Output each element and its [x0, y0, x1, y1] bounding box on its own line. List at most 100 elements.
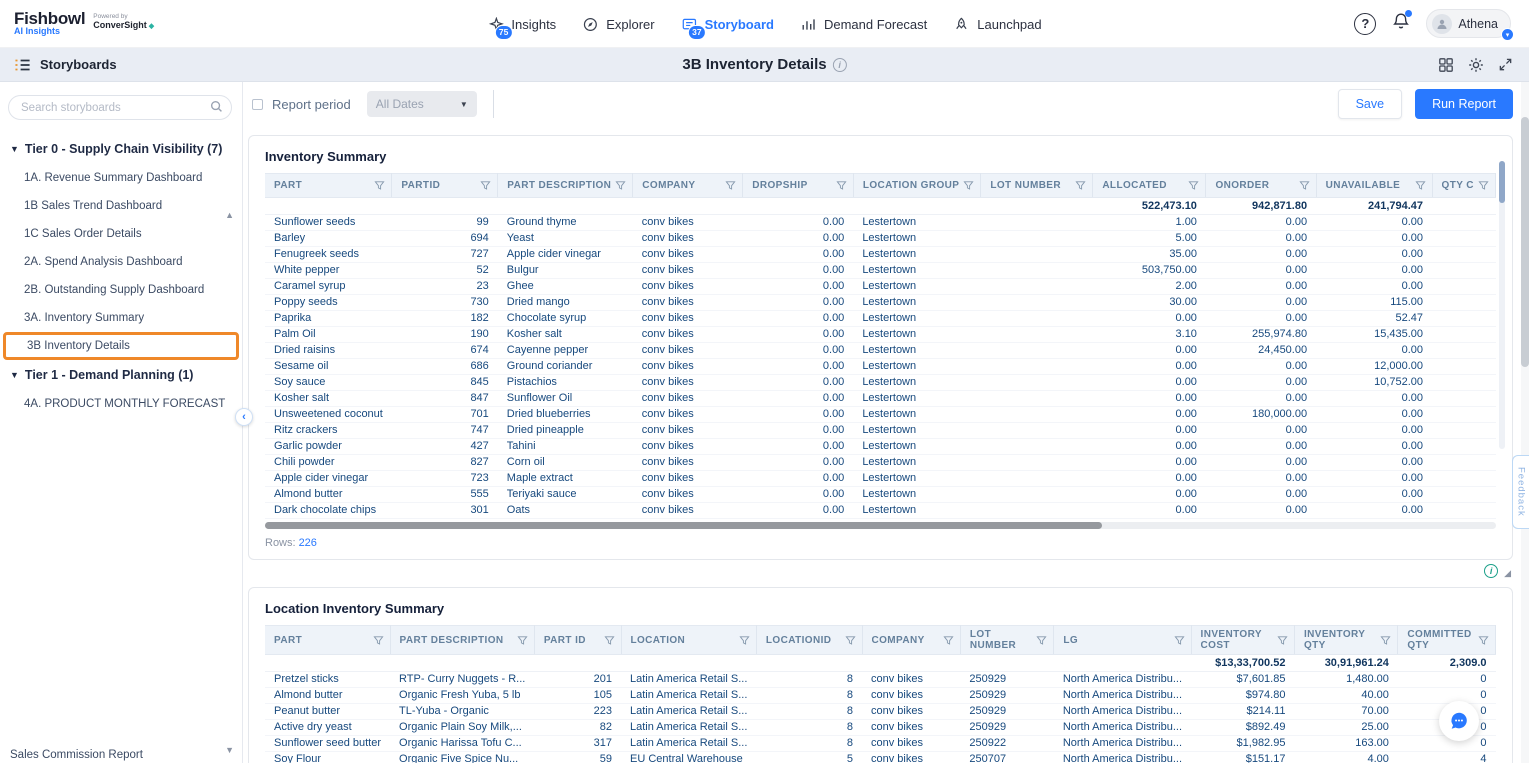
save-button[interactable]: Save [1338, 89, 1403, 119]
filter-icon[interactable] [1174, 635, 1185, 646]
column-header-company[interactable]: COMPANY [862, 626, 960, 655]
table-row[interactable]: Kosher salt847Sunflower Oilconv bikes0.0… [265, 391, 1496, 407]
column-header-part[interactable]: PART [265, 626, 390, 655]
storyboards-list-icon[interactable] [14, 58, 31, 72]
page-scrollbar[interactable] [1521, 82, 1529, 763]
sidebar-scroll-up-icon[interactable]: ▲ [225, 210, 234, 220]
run-report-button[interactable]: Run Report [1415, 89, 1513, 119]
column-header-dropship[interactable]: DROPSHIP [743, 174, 854, 198]
column-header-committed-qty[interactable]: COMMITTED QTY [1398, 626, 1496, 655]
filter-icon[interactable] [1036, 635, 1047, 646]
column-header-locationid[interactable]: LOCATIONID [756, 626, 862, 655]
filter-icon[interactable] [1299, 180, 1310, 191]
chat-assistant-button[interactable] [1439, 701, 1479, 741]
nav-insights[interactable]: 75 Insights [487, 0, 556, 48]
resize-handle[interactable]: ◢ [1504, 568, 1511, 579]
filter-icon[interactable] [1075, 180, 1086, 191]
table-row[interactable]: Sunflower seeds99Ground thymeconv bikes0… [265, 215, 1496, 231]
column-header-part-description[interactable]: PART DESCRIPTION [390, 626, 534, 655]
filter-icon[interactable] [373, 635, 384, 646]
filter-icon[interactable] [374, 180, 385, 191]
table-row[interactable]: Dark chocolate chips301Oatsconv bikes0.0… [265, 503, 1496, 519]
date-filter-dropdown[interactable]: All Dates ▼ [367, 91, 477, 117]
table-row[interactable]: Chili powder827Corn oilconv bikes0.00Les… [265, 455, 1496, 471]
column-header-location[interactable]: LOCATION [621, 626, 756, 655]
filter-icon[interactable] [517, 635, 528, 646]
filter-icon[interactable] [604, 635, 615, 646]
table-horizontal-scrollbar[interactable] [265, 522, 1496, 529]
column-header-partid[interactable]: PARTID [392, 174, 498, 198]
search-icon[interactable] [210, 100, 223, 118]
table-row[interactable]: Soy sauce845Pistachiosconv bikes0.00Lest… [265, 375, 1496, 391]
filter-icon[interactable] [1380, 635, 1391, 646]
column-header-part-description[interactable]: PART DESCRIPTION [498, 174, 633, 198]
table-row[interactable]: Almond butter555Teriyaki sauceconv bikes… [265, 487, 1496, 503]
table-row[interactable]: Palm Oil190Kosher saltconv bikes0.00Lest… [265, 327, 1496, 343]
tree-group-tier0[interactable]: ▼ Tier 0 - Supply Chain Visibility (7) [0, 134, 242, 164]
sidebar-item-3a-inventory-summary[interactable]: 3A. Inventory Summary [0, 304, 242, 332]
column-header-lg[interactable]: LG [1054, 626, 1191, 655]
table-row[interactable]: Dried raisins674Cayenne pepperconv bikes… [265, 343, 1496, 359]
sidebar-item-3b-inventory-details[interactable]: 3B Inventory Details [3, 332, 239, 360]
filter-icon[interactable] [943, 635, 954, 646]
help-icon[interactable]: ? [1354, 13, 1376, 35]
nav-launchpad[interactable]: Launchpad [953, 0, 1041, 48]
filter-icon[interactable] [480, 180, 491, 191]
sidebar-item-1b-sales-trend[interactable]: 1B Sales Trend Dashboard [0, 192, 242, 220]
sidebar-item-4a-product-monthly-forecast[interactable]: 4A. PRODUCT MONTHLY FORECAST [0, 390, 242, 418]
table-row[interactable]: Unsweetened coconut701Dried blueberriesc… [265, 407, 1496, 423]
table-row[interactable]: Almond butterOrganic Fresh Yuba, 5 lb105… [265, 688, 1496, 704]
table-row[interactable]: Pretzel sticksRTP- Curry Nuggets - R...2… [265, 672, 1496, 688]
column-header-part[interactable]: PART [265, 174, 392, 198]
feedback-tab[interactable]: Feedback [1512, 455, 1529, 529]
sidebar-item-sales-commission-report[interactable]: Sales Commission Report [0, 743, 242, 763]
table-row[interactable]: Peanut butterTL-Yuba - Organic223Latin A… [265, 704, 1496, 720]
filter-icon[interactable] [1478, 635, 1489, 646]
filter-icon[interactable] [836, 180, 847, 191]
filter-icon[interactable] [615, 180, 626, 191]
column-header-allocated[interactable]: ALLOCATED [1093, 174, 1206, 198]
table-row[interactable]: Ritz crackers747Dried pineappleconv bike… [265, 423, 1496, 439]
column-header-inventory-qty[interactable]: INVENTORY QTY [1294, 626, 1397, 655]
table-row[interactable]: White pepper52Bulgurconv bikes0.00Lester… [265, 263, 1496, 279]
column-header-lot-number[interactable]: LOT NUMBER [960, 626, 1053, 655]
column-header-inventory-cost[interactable]: INVENTORY COST [1191, 626, 1294, 655]
report-period-checkbox[interactable] [252, 99, 263, 110]
nav-demand-forecast[interactable]: Demand Forecast [800, 0, 927, 48]
table-row[interactable]: Poppy seeds730Dried mangoconv bikes0.00L… [265, 295, 1496, 311]
notifications-bell-icon[interactable] [1392, 12, 1410, 35]
filter-icon[interactable] [845, 635, 856, 646]
column-header-part-id[interactable]: PART ID [534, 626, 621, 655]
table-row[interactable]: Sunflower seed butterOrganic Harissa Tof… [265, 736, 1496, 752]
table-row[interactable]: Apple cider vinegar723Maple extractconv … [265, 471, 1496, 487]
page-info-icon[interactable]: i [833, 58, 847, 72]
layout-grid-icon[interactable] [1438, 57, 1454, 73]
nav-storyboard[interactable]: 37 Storyboard [681, 0, 774, 48]
filter-icon[interactable] [739, 635, 750, 646]
table-row[interactable]: Garlic powder427Tahiniconv bikes0.00Lest… [265, 439, 1496, 455]
table-row[interactable]: Fenugreek seeds727Apple cider vinegarcon… [265, 247, 1496, 263]
sidebar-item-1a-revenue-summary[interactable]: 1A. Revenue Summary Dashboard [0, 164, 242, 192]
filter-icon[interactable] [1277, 635, 1288, 646]
column-header-location-group[interactable]: LOCATION GROUP [853, 174, 981, 198]
table-row[interactable]: Active dry yeastOrganic Plain Soy Milk,.… [265, 720, 1496, 736]
column-header-lot-number[interactable]: LOT NUMBER [981, 174, 1093, 198]
sidebar-item-1c-sales-order[interactable]: 1C Sales Order Details [0, 220, 242, 248]
filter-icon[interactable] [963, 180, 974, 191]
table-row[interactable]: Barley694Yeastconv bikes0.00Lestertown5.… [265, 231, 1496, 247]
sidebar-item-2a-spend-analysis[interactable]: 2A. Spend Analysis Dashboard [0, 248, 242, 276]
table-vertical-scrollbar[interactable] [1499, 161, 1505, 449]
search-input[interactable] [8, 95, 232, 120]
settings-gear-icon[interactable] [1468, 57, 1484, 73]
sidebar-scroll-down-icon[interactable]: ▼ [225, 745, 234, 755]
nav-explorer[interactable]: Explorer [582, 0, 654, 48]
expand-icon[interactable] [1498, 57, 1513, 72]
card-info-icon[interactable]: i [1484, 564, 1498, 578]
table-row[interactable]: Soy FlourOrganic Five Spice Nu...59EU Ce… [265, 752, 1496, 763]
table-row[interactable]: Sesame oil686Ground corianderconv bikes0… [265, 359, 1496, 375]
filter-icon[interactable] [1415, 180, 1426, 191]
column-header-qty-committed[interactable]: QTY C [1432, 174, 1495, 198]
user-menu[interactable]: Athena ▾ [1426, 9, 1511, 38]
column-header-unavailable[interactable]: UNAVAILABLE [1316, 174, 1432, 198]
table-row[interactable]: Caramel syrup23Gheeconv bikes0.00Lestert… [265, 279, 1496, 295]
